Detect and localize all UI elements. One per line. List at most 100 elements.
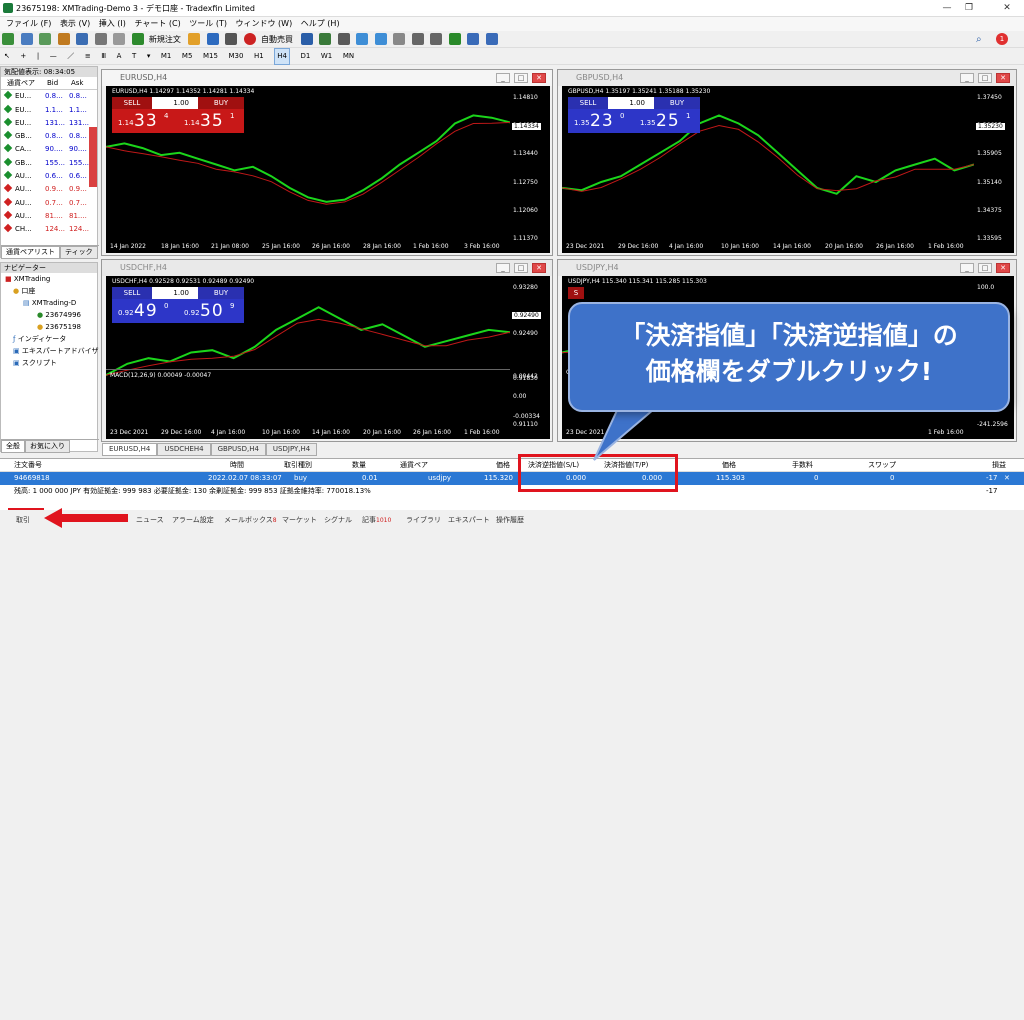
column-symbol[interactable]: 通貨ペア xyxy=(7,77,35,90)
chart-tab-usdchf[interactable]: USDCHEH4 xyxy=(157,443,211,456)
buy-button[interactable]: BUY xyxy=(198,97,244,109)
market-watch-row[interactable]: AU... 0.7... 0.7... xyxy=(1,197,97,210)
market-watch-row[interactable]: CA... 90.... 90.... xyxy=(1,143,97,156)
chart-close-icon[interactable]: ✕ xyxy=(996,73,1010,83)
tab-signals[interactable]: シグナル xyxy=(324,514,352,526)
sell-button[interactable]: SELL xyxy=(112,97,152,109)
chart-tab-eurusd[interactable]: EURUSD,H4 xyxy=(102,443,158,456)
buy-price-box[interactable]: 0.92 50 9 xyxy=(178,299,244,323)
lot-input[interactable]: 1.00 xyxy=(152,287,198,299)
buy-button[interactable]: BUY xyxy=(198,287,244,299)
tab-favorites[interactable]: お気に入り xyxy=(25,440,70,453)
tab-symbols[interactable]: 通貨ペアリスト xyxy=(1,246,60,259)
tab-experts[interactable]: エキスパート xyxy=(448,514,490,526)
tab-news[interactable]: ニュース xyxy=(136,514,164,526)
scrollbar-thumb[interactable] xyxy=(89,127,97,187)
timeframe-m15[interactable]: M15 xyxy=(203,49,218,64)
sell-price-box[interactable]: 1.14 33 4 xyxy=(112,109,178,133)
zoom-in-icon[interactable] xyxy=(356,33,369,45)
tab-market[interactable]: マーケット xyxy=(282,514,317,526)
col-time[interactable]: 時間 xyxy=(230,459,244,472)
chart-tab-gbpusd[interactable]: GBPUSD,H4 xyxy=(210,443,266,456)
nav-item-indicators[interactable]: ƒ インディケータ xyxy=(1,333,97,345)
tab-journal[interactable]: 操作履歴 xyxy=(496,514,524,526)
buy-price-box[interactable]: 1.35 25 1 xyxy=(634,109,700,133)
chart-minimize-icon[interactable]: _ xyxy=(960,263,974,273)
tab-tick[interactable]: ティック xyxy=(60,246,98,259)
navigator-icon[interactable] xyxy=(76,33,89,45)
menu-help[interactable]: ヘルプ (H) xyxy=(301,17,340,31)
market-watch-row[interactable]: EU... 1.1... 1.1... xyxy=(1,104,97,117)
menu-chart[interactable]: チャート (C) xyxy=(134,17,180,31)
col-symbol[interactable]: 通貨ペア xyxy=(400,459,428,472)
chart-title[interactable]: USDCHF,H4 xyxy=(102,260,552,276)
candle-chart-icon[interactable] xyxy=(319,33,332,45)
col-price[interactable]: 価格 xyxy=(496,459,510,472)
menu-view[interactable]: 表示 (V) xyxy=(60,17,90,31)
text-icon[interactable]: A xyxy=(117,49,122,64)
lot-input[interactable]: 1.00 xyxy=(608,97,654,109)
market-watch-row[interactable]: CH... 124... 124... xyxy=(1,223,97,236)
tab-common[interactable]: 全般 xyxy=(1,440,25,453)
timeframe-m1[interactable]: M1 xyxy=(161,49,172,64)
lot-input[interactable]: 1.00 xyxy=(152,97,198,109)
new-chart-icon[interactable] xyxy=(2,33,14,45)
timeframe-h1[interactable]: H1 xyxy=(254,49,264,64)
metaeditor-icon[interactable] xyxy=(188,33,201,45)
tab-articles[interactable]: 記事1010 xyxy=(362,514,391,527)
sell-button[interactable]: SELL xyxy=(112,287,152,299)
sell-price-box[interactable]: 0.92 49 0 xyxy=(112,299,178,323)
periods-icon[interactable] xyxy=(467,33,480,45)
market-watch-row[interactable]: EU... 131... 131... xyxy=(1,117,97,130)
timeframe-w1[interactable]: W1 xyxy=(321,49,332,64)
templates-icon[interactable] xyxy=(486,33,499,45)
tab-alerts[interactable]: アラーム設定 xyxy=(172,514,214,526)
chart-maximize-icon[interactable]: □ xyxy=(978,73,992,83)
chart-shift-icon[interactable] xyxy=(411,33,424,45)
market-watch-row[interactable]: GB... 155... 155... xyxy=(1,157,97,170)
timeframe-mn[interactable]: MN xyxy=(343,49,354,64)
timeframe-m30[interactable]: M30 xyxy=(228,49,243,64)
nav-item-broker[interactable]: ■ XMTrading xyxy=(1,273,97,285)
tile-windows-icon[interactable] xyxy=(393,33,406,45)
market-watch-row[interactable]: AU... 81.... 81.... xyxy=(1,210,97,223)
chart-title[interactable]: EURUSD,H4 xyxy=(102,70,552,86)
bar-chart-icon[interactable] xyxy=(300,33,313,45)
tab-library[interactable]: ライブラリ xyxy=(406,514,441,526)
chart-minimize-icon[interactable]: _ xyxy=(496,263,510,273)
chart-canvas[interactable]: USDCHF,H4 0.92528 0.92531 0.92489 0.9249… xyxy=(106,276,550,439)
chart-window-0[interactable]: EURUSD,H4 _ □ ✕ EURUSD,H4 1.14297 1.14352 1.… xyxy=(101,69,553,256)
chart-close-icon[interactable]: ✕ xyxy=(996,263,1010,273)
autoscroll-icon[interactable] xyxy=(430,33,443,45)
signals-icon[interactable] xyxy=(206,33,219,45)
new-order-button[interactable]: 新規注文 xyxy=(149,34,181,45)
col-ticket[interactable]: 注文番号 xyxy=(14,459,42,472)
terminal-icon[interactable] xyxy=(94,33,107,45)
nav-item-account-1[interactable]: ● 23674996 xyxy=(1,309,97,321)
close-order-icon[interactable]: ✕ xyxy=(1004,472,1010,485)
minimize-icon[interactable]: — xyxy=(940,2,954,14)
channel-icon[interactable]: ≡ xyxy=(85,49,91,64)
line-chart-icon[interactable] xyxy=(337,33,350,45)
menu-insert[interactable]: 挿入 (I) xyxy=(99,17,126,31)
tab-trade[interactable]: 取引 xyxy=(16,514,30,526)
chart-canvas[interactable]: GBPUSD,H4 1.35197 1.35241 1.35188 1.3523… xyxy=(562,86,1014,253)
buy-button[interactable]: BUY xyxy=(654,97,700,109)
chart-title[interactable]: GBPUSD,H4 xyxy=(558,70,1016,86)
chart-close-icon[interactable]: ✕ xyxy=(532,263,546,273)
zoom-out-icon[interactable] xyxy=(374,33,387,45)
market-watch-row[interactable]: AU... 0.6... 0.6... xyxy=(1,170,97,183)
data-window-icon[interactable] xyxy=(57,33,70,45)
chart-maximize-icon[interactable]: □ xyxy=(514,73,528,83)
nav-item-accounts[interactable]: ● 口座 xyxy=(1,285,97,297)
buy-price-box[interactable]: 1.14 35 1 xyxy=(178,109,244,133)
indicators-icon[interactable] xyxy=(448,33,461,45)
sell-button[interactable]: S xyxy=(568,287,584,299)
menu-window[interactable]: ウィンドウ (W) xyxy=(236,17,293,31)
col-commission[interactable]: 手数料 xyxy=(792,459,813,472)
label-icon[interactable]: T xyxy=(132,49,136,64)
horizontal-line-icon[interactable]: — xyxy=(50,49,57,64)
column-bid[interactable]: Bid xyxy=(47,77,58,90)
nav-item-server[interactable]: ▤ XMTrading-D xyxy=(1,297,97,309)
vertical-line-icon[interactable]: | xyxy=(37,49,39,64)
